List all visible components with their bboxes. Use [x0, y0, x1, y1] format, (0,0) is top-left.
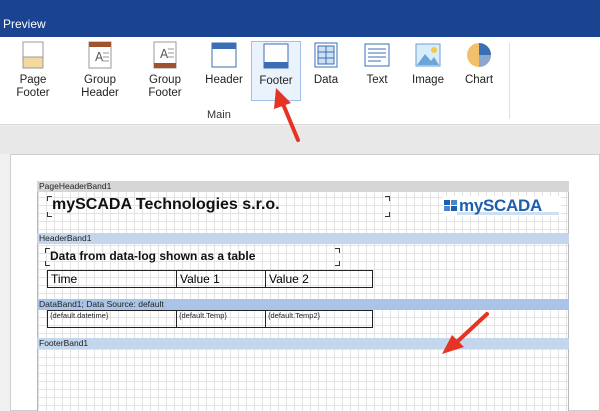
- data-icon: [314, 42, 338, 68]
- header-band-label[interactable]: HeaderBand1: [37, 233, 569, 244]
- group-header-button[interactable]: A Group Header: [75, 41, 125, 101]
- ribbon-group-label: Main: [207, 109, 231, 121]
- chart-icon: [467, 43, 491, 67]
- window-titlebar: Preview: [0, 0, 600, 37]
- data-field-datetime[interactable]: {default.datetime}: [47, 310, 177, 328]
- window-title: Preview: [3, 17, 46, 31]
- selection-corner: [335, 261, 340, 266]
- page-footer-label: Page Footer: [16, 74, 50, 99]
- chart-button[interactable]: Chart: [454, 41, 504, 101]
- page-footer-button[interactable]: Page Footer: [8, 41, 58, 101]
- ribbon-separator: [509, 43, 510, 119]
- selection-corner: [385, 212, 390, 217]
- ribbon-toolbar: Page Footer A Group Header A Group Foote…: [0, 37, 600, 125]
- selection-corner: [385, 196, 390, 201]
- data-button[interactable]: Data: [301, 41, 351, 101]
- page-header-band-label[interactable]: PageHeaderBand1: [37, 181, 569, 192]
- column-header-value-1[interactable]: Value 1: [176, 270, 266, 288]
- group-footer-label: Group Footer: [148, 74, 182, 99]
- report-table-title[interactable]: Data from data-log shown as a table: [50, 249, 255, 263]
- header-icon: [211, 42, 237, 68]
- group-footer-button[interactable]: A Group Footer: [140, 41, 190, 101]
- image-button[interactable]: Image: [403, 41, 453, 101]
- group-header-label: Group Header: [81, 74, 119, 99]
- report-company-title[interactable]: mySCADA Technologies s.r.o.: [52, 196, 280, 214]
- canvas-background: [0, 126, 600, 154]
- group-header-icon: A: [88, 41, 112, 69]
- data-band-label[interactable]: DataBand1; Data Source: default: [37, 299, 569, 310]
- data-label: Data: [313, 74, 339, 86]
- svg-text:A: A: [160, 47, 169, 61]
- data-field-temp2[interactable]: {default.Temp2}: [265, 310, 373, 328]
- column-header-value-2[interactable]: Value 2: [265, 270, 373, 288]
- header-label: Header: [205, 74, 243, 86]
- svg-text:A: A: [95, 50, 104, 64]
- data-field-temp[interactable]: {default.Temp}: [176, 310, 266, 328]
- footer-band-label[interactable]: FooterBand1: [37, 338, 569, 349]
- text-label: Text: [366, 74, 388, 86]
- text-button[interactable]: Text: [352, 41, 402, 101]
- footer-label: Footer: [259, 75, 293, 87]
- image-icon: [415, 43, 441, 67]
- selection-corner: [335, 248, 340, 253]
- text-icon: [364, 43, 390, 67]
- image-label: Image: [412, 74, 444, 86]
- group-footer-icon: A: [153, 41, 177, 69]
- page-footer-icon: [22, 41, 44, 69]
- logo-text: mySCADA: [459, 196, 542, 215]
- footer-icon: [263, 43, 289, 69]
- header-button[interactable]: Header: [199, 41, 249, 101]
- chart-label: Chart: [464, 74, 494, 86]
- column-header-time[interactable]: Time: [47, 270, 177, 288]
- footer-button[interactable]: Footer: [251, 41, 301, 101]
